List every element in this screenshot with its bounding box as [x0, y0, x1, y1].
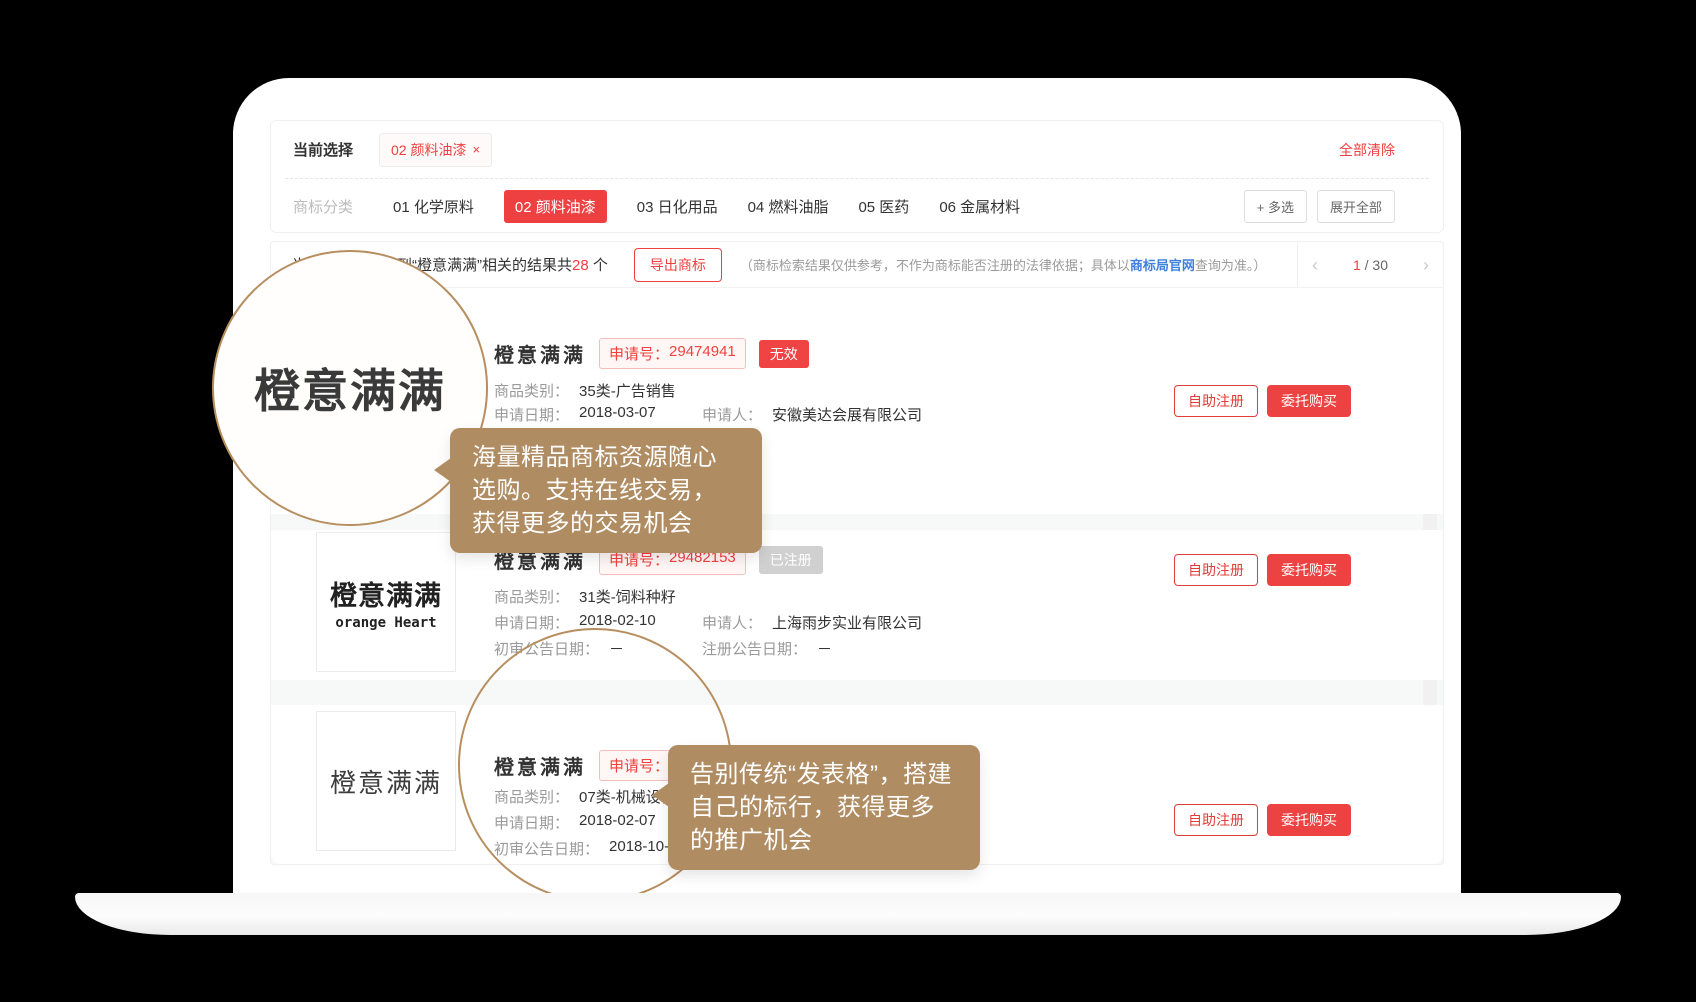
next-page-icon[interactable]: ›	[1423, 256, 1429, 274]
tooltip-text: 海量精品商标资源随心选购。支持在线交易，获得更多的交易机会	[472, 444, 717, 537]
trademark-office-link[interactable]: 商标局官网	[1130, 258, 1195, 273]
status-badge: 已注册	[759, 546, 823, 574]
status-badge: 无效	[759, 340, 809, 368]
category-item-06[interactable]: 06 金属材料	[939, 196, 1020, 217]
trademark-name: 橙意满满	[494, 339, 586, 368]
selected-filter-tag-text: 02 颜料油漆	[391, 140, 466, 160]
self-register-button[interactable]: 自助注册	[1174, 804, 1258, 836]
tooltip-callout: 告别传统“发表格”，搭建自己的标行，获得更多的推广机会	[668, 745, 980, 870]
trademark-image: 橙意满满 orange Heart	[316, 532, 456, 672]
entrust-buy-button[interactable]: 委托购买	[1267, 385, 1351, 417]
entrust-buy-button[interactable]: 委托购买	[1267, 804, 1351, 836]
tooltip-arrow-icon	[652, 783, 669, 807]
laptop-base	[75, 893, 1621, 935]
current-selection-row: 当前选择 02 颜料油漆 × 全部清除	[271, 121, 1443, 178]
current-selection-label: 当前选择	[293, 139, 353, 160]
category-label: 商标分类	[293, 196, 353, 217]
row-actions: 自助注册 委托购买	[1174, 385, 1351, 417]
magnifier-circle: 橙意满满	[212, 250, 488, 526]
page: 当前选择 02 颜料油漆 × 全部清除 商标分类 01 化学原料 02 颜料油漆…	[0, 0, 1696, 1002]
pagination: ‹ 1 / 30 ›	[1297, 242, 1443, 287]
category-list: 01 化学原料 02 颜料油漆 03 日化用品 04 燃料油脂 05 医药 06…	[393, 190, 1020, 223]
filter-panel: 当前选择 02 颜料油漆 × 全部清除 商标分类 01 化学原料 02 颜料油漆…	[270, 120, 1444, 233]
row-actions: 自助注册 委托购买	[1174, 804, 1351, 836]
expand-all-button[interactable]: 展开全部	[1317, 190, 1395, 223]
date-line: 申请日期： 2018-03-07	[494, 404, 656, 425]
magnified-trademark-text: 橙意满满	[254, 355, 446, 421]
tooltip-arrow-icon	[434, 458, 451, 482]
self-register-button[interactable]: 自助注册	[1174, 385, 1258, 417]
category-line: 商品类别： 35类-广告销售	[494, 380, 676, 401]
category-item-03[interactable]: 03 日化用品	[637, 196, 718, 217]
results-count: 28	[572, 257, 589, 274]
row-title: 橙意满满 申请号：29474941 无效	[494, 338, 809, 369]
selected-filter-tag[interactable]: 02 颜料油漆 ×	[379, 133, 492, 167]
tag-close-icon[interactable]: ×	[472, 142, 480, 157]
category-line: 商品类别： 31类-饲料种籽	[494, 586, 676, 607]
table-row: 橙意满满 orange Heart 橙意满满 申请号：29482153 已注册 …	[271, 530, 1443, 680]
prev-page-icon[interactable]: ‹	[1312, 256, 1318, 274]
tooltip-text: 告别传统“发表格”，搭建自己的标行，获得更多的推广机会	[690, 761, 952, 854]
category-item-01[interactable]: 01 化学原料	[393, 196, 474, 217]
trademark-image: 橙意满满	[316, 711, 456, 851]
category-row: 商标分类 01 化学原料 02 颜料油漆 03 日化用品 04 燃料油脂 05 …	[271, 179, 1443, 233]
multi-select-button[interactable]: + 多选	[1244, 190, 1307, 223]
clear-all-link[interactable]: 全部清除	[1339, 140, 1395, 160]
entrust-buy-button[interactable]: 委托购买	[1267, 554, 1351, 586]
results-disclaimer: （商标检索结果仅供参考，不作为商标能否注册的法律依据；具体以商标局官网查询为准。…	[740, 255, 1267, 274]
category-item-04[interactable]: 04 燃料油脂	[748, 196, 829, 217]
category-item-02-selected[interactable]: 02 颜料油漆	[504, 190, 607, 223]
results-header: 当前分类下检索到“橙意满满”相关的结果共28 个 导出商标 （商标检索结果仅供参…	[271, 242, 1443, 288]
category-item-05[interactable]: 05 医药	[858, 196, 909, 217]
tooltip-callout: 海量精品商标资源随心选购。支持在线交易，获得更多的交易机会	[450, 428, 762, 553]
applicant-line: 申请人： 安徽美达会展有限公司	[702, 404, 922, 425]
application-number-badge: 申请号：29474941	[599, 338, 746, 369]
applicant-line: 申请人： 上海雨步实业有限公司	[702, 612, 922, 633]
reg-notice-line: 注册公告日期： －	[702, 638, 832, 659]
page-indicator: 1 / 30	[1353, 257, 1388, 273]
row-actions: 自助注册 委托购买	[1174, 554, 1351, 586]
export-trademarks-button[interactable]: 导出商标	[634, 248, 722, 282]
self-register-button[interactable]: 自助注册	[1174, 554, 1258, 586]
